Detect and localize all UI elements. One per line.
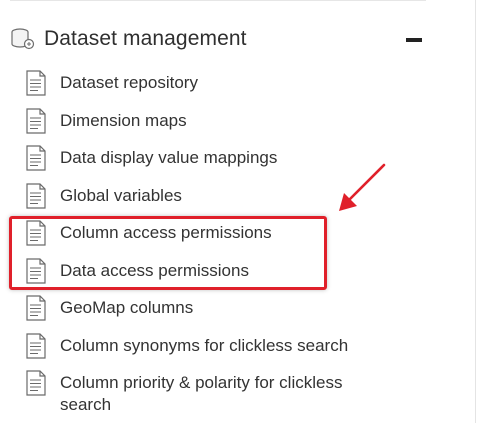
document-icon (26, 220, 46, 246)
document-icon (26, 295, 46, 321)
document-icon (26, 70, 46, 96)
menu-item-geomap-columns[interactable]: GeoMap columns (25, 293, 405, 331)
dataset-management-panel: Dataset management Dataset repository Di… (0, 0, 481, 423)
document-icon (26, 145, 46, 171)
document-icon (26, 370, 46, 396)
menu-item-dataset-repository[interactable]: Dataset repository (25, 68, 405, 106)
minus-icon (406, 38, 422, 42)
section-header-dataset-management[interactable]: Dataset management (10, 22, 426, 56)
collapse-button[interactable] (404, 33, 424, 47)
database-stack-icon (11, 28, 35, 50)
menu-item-label: GeoMap columns (60, 298, 194, 317)
menu-item-column-access-permissions[interactable]: Column access permissions (25, 218, 405, 256)
menu-item-dimension-maps[interactable]: Dimension maps (25, 106, 405, 144)
menu-item-global-variables[interactable]: Global variables (25, 181, 405, 219)
menu-item-label: Global variables (60, 185, 182, 205)
document-icon (26, 332, 46, 359)
menu-item-data-access-permissions[interactable]: Data access permissions (25, 256, 405, 294)
menu-item-column-priority-polarity[interactable]: Column priority & polarity for clickless… (25, 368, 405, 416)
menu-item-label: Dataset repository (60, 73, 198, 92)
menu-item-label: Dimension maps (60, 110, 187, 130)
section-title: Dataset management (44, 27, 247, 50)
menu-item-label: Data access permissions (60, 260, 249, 280)
document-icon (26, 182, 46, 209)
menu-item-label: Data display value mappings (60, 148, 278, 167)
menu-item-label: Column priority & polarity for clickless… (60, 373, 343, 414)
panel-right-border (475, 0, 476, 423)
top-divider (10, 0, 426, 1)
menu-item-label: Column synonyms for clickless search (60, 335, 349, 355)
document-icon (26, 107, 46, 134)
menu-item-column-synonyms[interactable]: Column synonyms for clickless search (25, 331, 405, 369)
document-icon (26, 257, 46, 284)
menu-list: Dataset repository Dimension maps Data d… (25, 68, 405, 416)
menu-item-label: Column access permissions (60, 223, 272, 242)
menu-item-data-display-value-mappings[interactable]: Data display value mappings (25, 143, 405, 181)
